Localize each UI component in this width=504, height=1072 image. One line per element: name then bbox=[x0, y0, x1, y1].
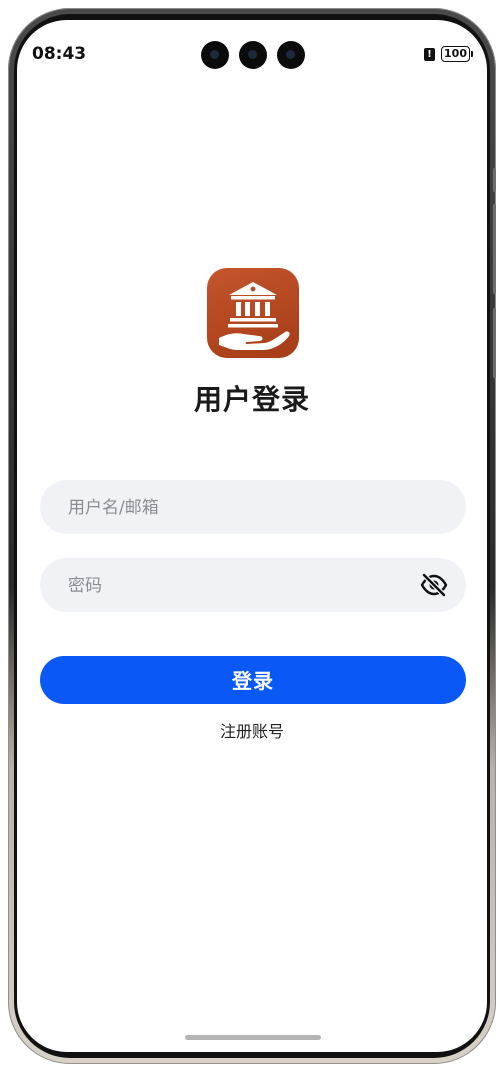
camera-lens-2 bbox=[239, 41, 267, 69]
username-input[interactable] bbox=[66, 480, 410, 536]
volume-button bbox=[493, 204, 496, 294]
home-indicator[interactable] bbox=[185, 1035, 321, 1040]
status-icons: ! 100 bbox=[424, 46, 473, 62]
password-field-container bbox=[40, 558, 466, 614]
bank-hand-icon bbox=[219, 282, 290, 350]
eye-off-icon[interactable] bbox=[420, 572, 448, 598]
username-field-container bbox=[40, 480, 466, 536]
side-button bbox=[493, 168, 496, 192]
battery-level: 100 bbox=[444, 47, 467, 60]
app-logo bbox=[207, 268, 299, 358]
register-label: 注册账号 bbox=[219, 722, 284, 741]
login-button[interactable]: 登录 bbox=[40, 656, 466, 704]
status-time: 08:43 bbox=[32, 44, 87, 64]
camera-lens-1 bbox=[201, 41, 229, 69]
register-link[interactable]: 注册账号 bbox=[17, 718, 487, 742]
battery-indicator: 100 bbox=[441, 46, 473, 62]
screen: 08:43 ! 100 用户登录 用户名/邮箱 登录 注册账号 bbox=[17, 20, 487, 1052]
alert-icon: ! bbox=[424, 47, 436, 61]
power-button bbox=[493, 308, 496, 378]
camera-lens-3 bbox=[277, 41, 305, 69]
password-input[interactable] bbox=[66, 558, 410, 614]
page-title: 用户登录 bbox=[193, 383, 310, 416]
